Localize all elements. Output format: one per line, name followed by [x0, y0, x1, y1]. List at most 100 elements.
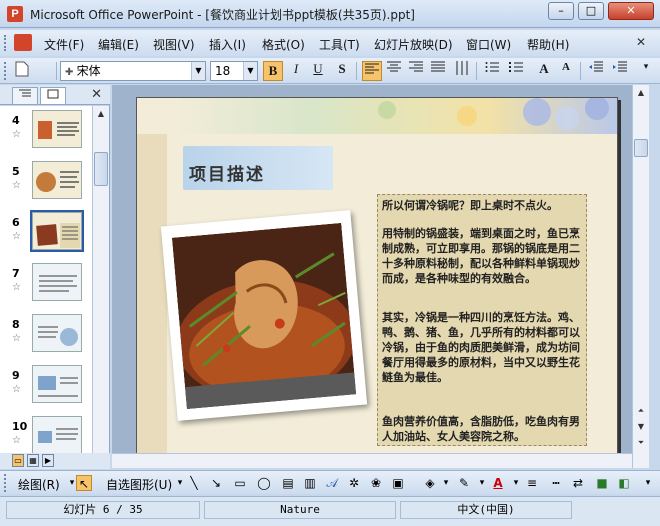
document-close-icon[interactable]: ✕	[636, 35, 646, 49]
chevron-down-icon[interactable]: ▾	[474, 475, 490, 491]
font-name-value: 宋体	[76, 64, 101, 78]
distribute-icon[interactable]	[428, 61, 448, 81]
toolbar-separator	[476, 62, 477, 80]
scroll-down-icon[interactable]: ▼	[633, 419, 649, 435]
arrow-style-icon[interactable]: ⇄	[570, 475, 586, 491]
align-right-icon[interactable]	[406, 61, 426, 81]
menu-format[interactable]: 格式(O)	[262, 36, 305, 53]
thumbnail-image	[32, 110, 82, 148]
chevron-down-icon[interactable]: ▾	[508, 475, 524, 491]
close-icon[interactable]: ✕	[91, 87, 102, 102]
slide-title[interactable]: 项目描述	[189, 160, 265, 185]
menu-help[interactable]: 帮助(H)	[527, 36, 569, 53]
scroll-thumb[interactable]	[94, 152, 108, 186]
arrow-icon[interactable]: ↘	[208, 475, 224, 491]
toolbar-grip[interactable]	[4, 474, 8, 492]
font-name-select[interactable]: ✚ 宋体 ▼	[60, 61, 206, 81]
status-bar: 幻灯片 6 / 35 Nature 中文(中国)	[0, 496, 660, 526]
align-left-icon[interactable]	[362, 61, 382, 81]
chevron-down-icon[interactable]: ▼	[191, 62, 205, 80]
bullet-list-icon[interactable]	[506, 61, 526, 81]
menu-view[interactable]: 视图(V)	[153, 36, 195, 53]
wordart-icon[interactable]: 𝒜	[324, 475, 340, 491]
previous-slide-icon[interactable]: ⏶	[633, 403, 649, 419]
draw-menu-button[interactable]: 绘图(R)	[18, 476, 60, 493]
thumbnail-image	[32, 263, 82, 301]
increase-font-button[interactable]: A	[534, 61, 554, 81]
line-style-icon[interactable]: ≡	[524, 475, 540, 491]
panel-tabs: ✕	[0, 85, 110, 105]
scroll-up-icon[interactable]: ▲	[633, 85, 649, 101]
slide-scrollbar[interactable]: ▲ ⏶ ▼ ⏷	[632, 85, 649, 468]
toolbar-grip[interactable]	[4, 62, 8, 80]
picture-icon[interactable]: ▣	[390, 475, 406, 491]
current-slide[interactable]: 项目描述 所以何谓冷锅呢？即上桌时不点火。 用特制的锅盛装，端到桌面之时，鱼已烹…	[136, 97, 618, 457]
chevron-down-icon[interactable]: ▼	[243, 62, 257, 80]
toolbar-options-icon[interactable]: ▾	[636, 61, 656, 81]
new-document-icon[interactable]	[12, 61, 32, 81]
chevron-down-icon[interactable]: ▾	[438, 475, 454, 491]
slide-sorter-icon[interactable]: ▦	[27, 454, 39, 467]
outline-tab[interactable]	[12, 87, 38, 104]
columns-icon[interactable]	[452, 61, 472, 81]
select-pointer-icon[interactable]: ↖	[76, 475, 92, 491]
underline-button[interactable]: U	[308, 61, 328, 81]
menu-file[interactable]: 文件(F)	[44, 36, 84, 53]
dash-style-icon[interactable]: ┅	[548, 475, 564, 491]
maximize-button[interactable]: □	[578, 2, 604, 20]
font-size-select[interactable]: 18 ▼	[210, 61, 258, 81]
shadow-button[interactable]: S	[332, 61, 352, 81]
menu-window[interactable]: 窗口(W)	[466, 36, 511, 53]
menu-insert[interactable]: 插入(I)	[209, 36, 246, 53]
diagram-icon[interactable]: ✲	[346, 475, 362, 491]
slide-thumbnail[interactable]: 8 ☆	[0, 310, 92, 361]
bold-button[interactable]: B	[263, 61, 283, 81]
decrease-indent-icon[interactable]	[586, 61, 606, 81]
slide-thumbnail[interactable]: 9 ☆	[0, 361, 92, 412]
toolbar-options-icon[interactable]: ▾	[640, 475, 656, 491]
food-photo-frame[interactable]	[160, 210, 368, 421]
fill-color-icon[interactable]: ◈	[422, 475, 438, 491]
autoshapes-button[interactable]: 自选图形(U)	[106, 476, 172, 493]
line-icon[interactable]: ╲	[186, 475, 202, 491]
scroll-thumb[interactable]	[634, 139, 648, 157]
close-button[interactable]: ✕	[608, 2, 654, 20]
font-color-icon[interactable]: A	[490, 475, 506, 491]
increase-indent-icon[interactable]	[610, 61, 630, 81]
vertical-textbox-icon[interactable]: ▥	[302, 475, 318, 491]
clipart-icon[interactable]: ❀	[368, 475, 384, 491]
shadow-style-icon[interactable]: ■	[594, 475, 610, 491]
line-color-icon[interactable]: ✎	[456, 475, 472, 491]
slideshow-icon[interactable]: ▶	[42, 454, 54, 467]
oval-icon[interactable]: ◯	[256, 475, 272, 491]
3d-style-icon[interactable]: ◧	[616, 475, 632, 491]
document-menu-icon[interactable]	[14, 34, 32, 51]
thumbnail-scrollbar[interactable]: ▲ ▼	[92, 106, 109, 468]
textbox-icon[interactable]: ▤	[280, 475, 296, 491]
slide-thumbnail-selected[interactable]: 6 ☆	[0, 208, 92, 259]
minimize-button[interactable]: –	[548, 2, 574, 20]
menu-tools[interactable]: 工具(T)	[319, 36, 360, 53]
toolbar-separator	[580, 62, 581, 80]
powerpoint-app-icon[interactable]: P	[7, 6, 23, 22]
align-center-icon[interactable]	[384, 61, 404, 81]
horizontal-scrollbar[interactable]	[112, 453, 632, 468]
menu-edit[interactable]: 编辑(E)	[98, 36, 139, 53]
thumbnail-image	[32, 416, 82, 454]
menu-slideshow[interactable]: 幻灯片放映(D)	[374, 36, 453, 53]
star-icon: ☆	[12, 384, 21, 395]
numbered-list-icon[interactable]	[482, 61, 502, 81]
scroll-up-icon[interactable]: ▲	[93, 106, 109, 122]
slide-thumbnail[interactable]: 7 ☆	[0, 259, 92, 310]
italic-button[interactable]: I	[286, 61, 306, 81]
decrease-font-button[interactable]: A	[556, 61, 576, 81]
rectangle-icon[interactable]: ▭	[232, 475, 248, 491]
slide-thumbnail[interactable]: 5 ☆	[0, 157, 92, 208]
star-icon: ☆	[12, 180, 21, 191]
normal-view-icon[interactable]: ▭	[12, 454, 24, 467]
slide-number: 7	[12, 267, 20, 280]
slides-tab[interactable]	[40, 87, 66, 104]
slide-thumbnail[interactable]: 4 ☆	[0, 106, 92, 157]
toolbar-grip[interactable]	[4, 35, 8, 51]
next-slide-icon[interactable]: ⏷	[633, 435, 649, 451]
